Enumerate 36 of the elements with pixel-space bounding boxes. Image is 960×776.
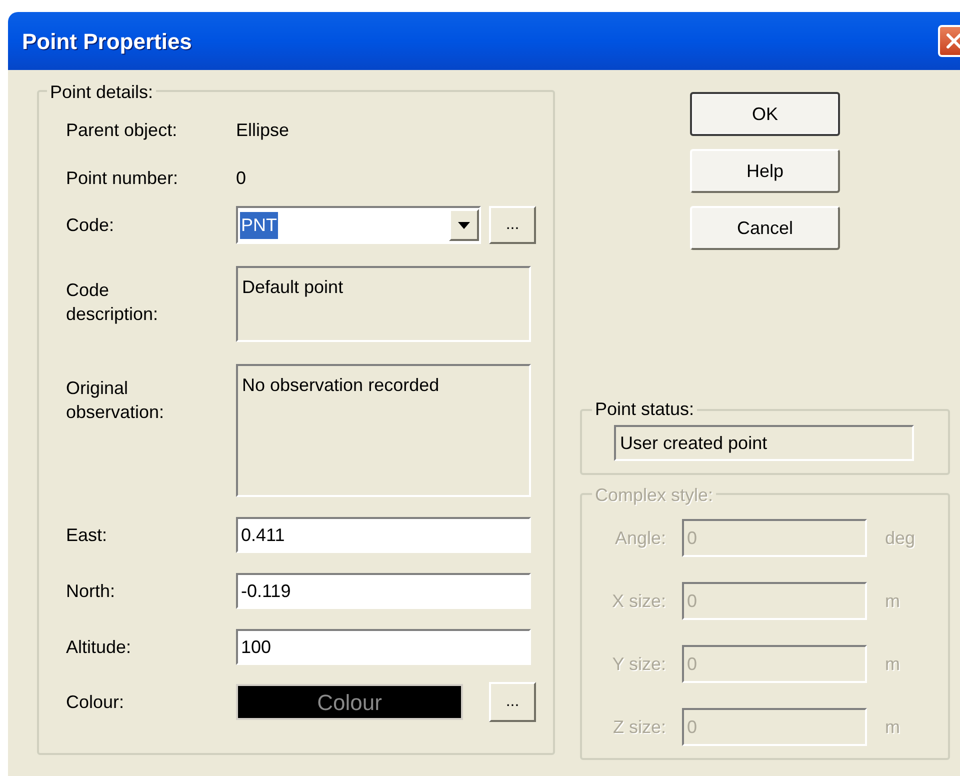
dialog-button[interactable]: OK xyxy=(690,92,840,136)
description-box: Default point xyxy=(236,266,531,342)
field-label: East: xyxy=(66,524,108,546)
field-label: North: xyxy=(66,580,116,602)
unit-label: m xyxy=(885,652,900,676)
field-label: Angle: xyxy=(614,526,667,550)
field-label: Code description: xyxy=(66,279,160,326)
field-value: 0 xyxy=(236,166,246,190)
field-label: Altitude: xyxy=(66,636,132,658)
field-label: Point number: xyxy=(66,166,180,190)
status-field: User created point xyxy=(614,425,914,461)
field-label: Z size: xyxy=(612,716,667,738)
input-field[interactable]: 100 xyxy=(236,629,531,665)
dialog-button[interactable]: Cancel xyxy=(690,206,840,250)
field-label: Code: xyxy=(66,214,116,236)
window-title: Point Properties xyxy=(22,28,192,56)
field-label: Original observation: xyxy=(66,377,166,424)
description-box: No observation recorded xyxy=(236,364,531,497)
code-combo[interactable]: PNT xyxy=(236,206,481,244)
field-label: Parent object: xyxy=(66,118,178,142)
dropdown-button[interactable] xyxy=(449,209,479,241)
field-value: Ellipse xyxy=(236,118,290,142)
browse-button[interactable]: ... xyxy=(489,206,536,244)
field-label: Y size: xyxy=(611,652,667,676)
unit-label: m xyxy=(885,716,900,738)
dialog-button[interactable]: Help xyxy=(690,149,840,193)
input-field[interactable]: -0.119 xyxy=(236,573,531,609)
browse-button[interactable]: ... xyxy=(489,682,536,722)
unit-label: m xyxy=(885,590,900,612)
close-icon xyxy=(945,32,960,50)
unit-label: deg xyxy=(885,526,916,550)
caret-icon xyxy=(458,222,470,228)
field-label: X size: xyxy=(610,590,667,612)
field-label: Colour: xyxy=(66,690,126,714)
colour-button[interactable]: Colour xyxy=(236,684,463,720)
input-field[interactable]: 0.411 xyxy=(236,517,531,553)
